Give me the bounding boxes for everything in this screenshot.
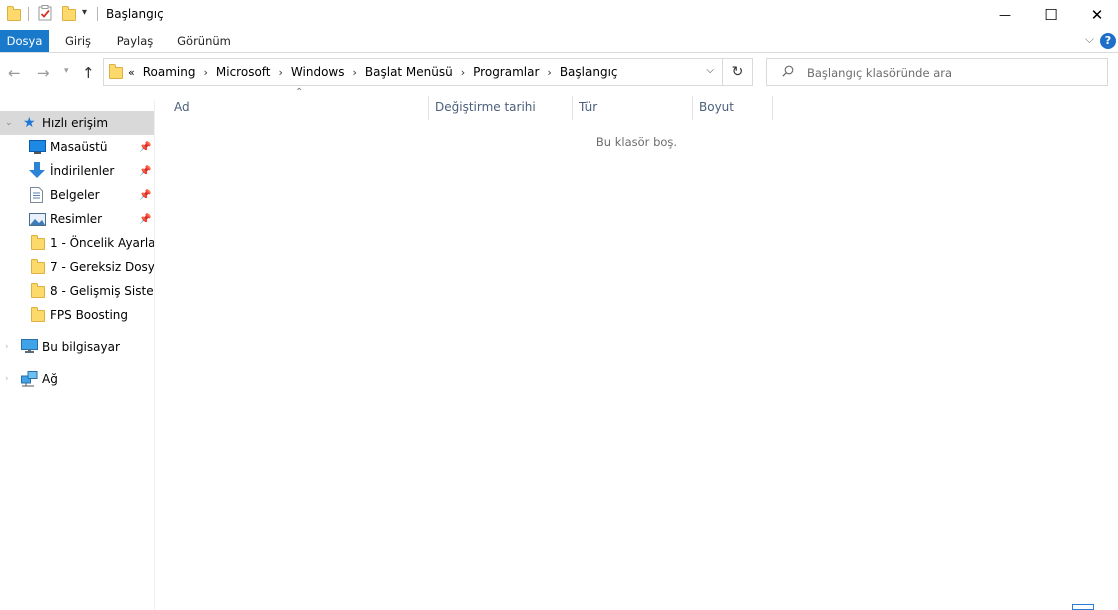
quick-access-toolbar-dropdown-icon[interactable]: ▾ [82,7,87,18]
sidebar-item-desktop[interactable]: Masaüstü 📌 [0,135,154,159]
downloads-icon [29,162,45,179]
chevron-down-icon[interactable]: ⌄ [5,118,13,128]
column-divider[interactable] [772,96,773,120]
minimize-icon: — [999,8,1011,22]
address-bar[interactable]: « Roaming › Microsoft › Windows › Başlat… [103,58,723,86]
maximize-button[interactable]: ☐ [1028,0,1074,30]
sidebar-item-label: FPS Boosting [50,308,128,322]
pin-icon[interactable]: 📌 [139,190,151,201]
column-divider[interactable] [428,96,429,120]
help-icon[interactable]: ? [1100,33,1116,49]
chevron-right-icon[interactable]: › [5,374,9,384]
window-title: Başlangıç [106,7,164,21]
sidebar-item-folder-1[interactable]: 1 - Öncelik Ayarları [0,231,154,255]
pin-icon[interactable]: 📌 [139,214,151,225]
column-header-name[interactable]: Ad [174,93,424,121]
sidebar-item-folder-8[interactable]: 8 - Gelişmiş Sistem . [0,279,154,303]
refresh-icon: ↻ [731,64,744,80]
sidebar-item-downloads[interactable]: İndirilenler 📌 [0,159,154,183]
properties-icon[interactable] [38,5,52,21]
tab-view[interactable]: Görünüm [170,30,238,52]
expand-ribbon-icon[interactable]: ⌵ [1085,32,1094,47]
documents-icon [30,187,43,203]
breadcrumb-microsoft[interactable]: Microsoft [216,65,271,79]
column-header-date-modified[interactable]: Değiştirme tarihi [435,93,575,121]
column-divider[interactable] [572,96,573,120]
close-icon: ✕ [1090,6,1104,24]
address-history-dropdown-icon[interactable]: ⌵ [706,65,714,76]
column-header-type[interactable]: Tür [579,93,689,121]
folder-icon [31,259,45,274]
ribbon-tabs: Dosya Giriş Paylaş Görünüm ⌵ ? [0,30,1118,53]
column-header-size[interactable]: Boyut [699,93,769,121]
sidebar-item-fps-boosting[interactable]: FPS Boosting [0,303,154,327]
sidebar-item-label: Masaüstü [50,140,108,154]
folder-icon [31,283,45,298]
close-button[interactable]: ✕ [1074,0,1118,30]
refresh-button[interactable]: ↻ [723,58,753,86]
tab-home[interactable]: Giriş [56,30,100,52]
breadcrumb-windows[interactable]: Windows [291,65,345,79]
minimize-button[interactable]: — [982,0,1028,30]
sidebar-item-label: Ağ [42,372,58,386]
sidebar-item-label: 1 - Öncelik Ayarları [50,236,154,250]
breadcrumb-programs[interactable]: Programlar [473,65,539,79]
sidebar-item-quick-access[interactable]: ⌄ ★ Hızlı erişim [0,111,154,135]
breadcrumb-roaming[interactable]: Roaming [143,65,196,79]
sidebar-item-this-pc[interactable]: › Bu bilgisayar [0,335,154,359]
sidebar-item-label: Resimler [50,212,103,226]
sidebar-item-documents[interactable]: Belgeler 📌 [0,183,154,207]
network-icon [21,371,38,387]
pictures-icon [29,213,46,226]
maximize-icon: ☐ [1044,6,1058,24]
sidebar-item-label: Belgeler [50,188,100,202]
folder-icon [7,6,21,21]
breadcrumb: « Roaming › Microsoft › Windows › Başlat… [128,59,618,85]
column-divider[interactable] [692,96,693,120]
search-input[interactable] [805,62,1099,84]
recent-locations-dropdown[interactable]: ▾ [64,66,69,76]
folder-icon [31,235,45,250]
search-box[interactable] [766,58,1108,86]
back-button[interactable]: ← [8,64,21,82]
breadcrumb-overflow[interactable]: « [128,66,135,79]
chevron-right-icon[interactable]: › [203,66,207,79]
chevron-right-icon[interactable]: › [352,66,356,79]
sidebar-item-label: 8 - Gelişmiş Sistem . [50,284,154,298]
sidebar-item-label: 7 - Gereksiz Dosya T [50,260,154,274]
new-folder-icon[interactable] [62,6,76,21]
sidebar-item-pictures[interactable]: Resimler 📌 [0,207,154,231]
forward-button[interactable]: → [37,64,50,82]
computer-icon [21,339,38,354]
up-button[interactable]: ↑ [82,64,95,82]
sidebar-item-label: İndirilenler [50,164,115,178]
sidebar-item-label: Bu bilgisayar [42,340,120,354]
folder-icon [109,64,123,79]
pin-icon[interactable]: 📌 [139,166,151,177]
column-headers: ⌃ Ad Değiştirme tarihi Tür Boyut [155,87,1118,121]
divider [97,7,98,21]
search-icon [782,65,794,80]
chevron-right-icon[interactable]: › [547,66,551,79]
breadcrumb-startup[interactable]: Başlangıç [560,65,618,79]
tab-share[interactable]: Paylaş [110,30,160,52]
sidebar-item-network[interactable]: › Ağ [0,367,154,391]
navigation-bar: ← → ▾ ↑ « Roaming › Microsoft › Windows … [0,53,1118,93]
chevron-right-icon[interactable]: › [5,342,9,352]
breadcrumb-start-menu[interactable]: Başlat Menüsü [365,65,453,79]
folder-icon [31,307,45,322]
empty-folder-message: Bu klasör boş. [595,135,678,149]
desktop-icon [29,140,46,154]
pin-icon[interactable]: 📌 [139,142,151,153]
tab-file[interactable]: Dosya [0,30,49,52]
navigation-pane: ⌄ ★ Hızlı erişim Masaüstü 📌 İndirilenler… [0,100,155,610]
chevron-right-icon[interactable]: › [461,66,465,79]
chevron-right-icon[interactable]: › [279,66,283,79]
title-bar: ▾ Başlangıç — ☐ ✕ [0,0,1118,30]
sidebar-item-folder-7[interactable]: 7 - Gereksiz Dosya T [0,255,154,279]
sidebar-item-label: Hızlı erişim [42,116,109,130]
divider [28,7,29,21]
star-icon: ★ [23,115,36,131]
details-view-icon[interactable] [1072,604,1094,610]
